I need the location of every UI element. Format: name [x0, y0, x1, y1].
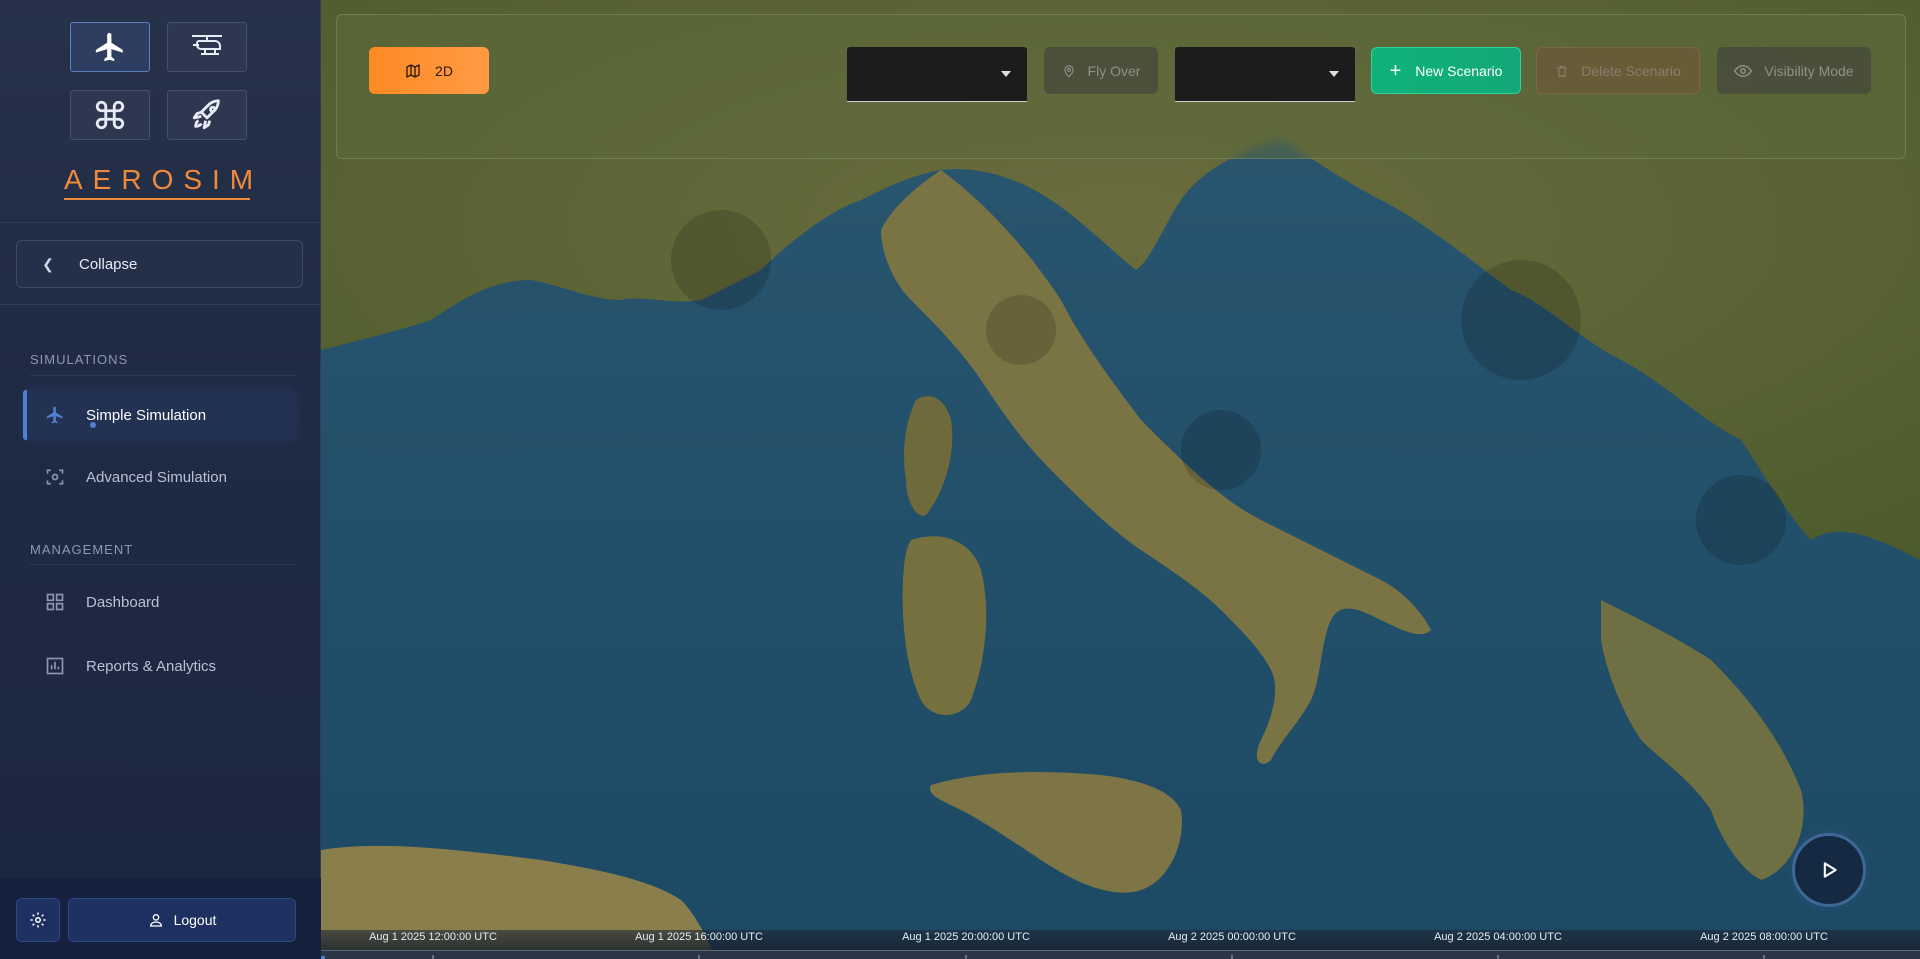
fly-over-button[interactable]: Fly Over — [1044, 47, 1158, 94]
dropdown-arrow-icon — [1329, 71, 1339, 77]
timeline-tick-label: Aug 1 2025 20:00:00 UTC — [902, 931, 1030, 943]
play-icon — [1823, 862, 1837, 878]
active-indicator-dot — [90, 422, 96, 428]
timeline-track[interactable] — [321, 950, 1920, 959]
timeline-tick-label: Aug 1 2025 12:00:00 UTC — [369, 931, 497, 943]
timeline[interactable]: Aug 1 2025 12:00:00 UTC Aug 1 2025 16:00… — [321, 930, 1920, 959]
nav-item-advanced-simulation[interactable]: Advanced Simulation — [24, 452, 296, 502]
aircraft-select[interactable] — [1175, 47, 1355, 102]
nav-item-reports-analytics[interactable]: Reports & Analytics — [24, 641, 296, 691]
play-button[interactable] — [1792, 833, 1866, 907]
eye-icon — [1734, 64, 1753, 77]
dashboard-icon — [24, 592, 86, 612]
divider — [0, 304, 321, 305]
dropdown-arrow-icon — [1001, 71, 1011, 77]
logout-button[interactable]: Logout — [68, 898, 296, 942]
drone-icon — [95, 100, 125, 130]
nav-item-dashboard[interactable]: Dashboard — [24, 577, 296, 627]
scenario-select[interactable] — [847, 47, 1027, 102]
view-mode-2d-button[interactable]: 2D — [369, 47, 489, 94]
plus-icon: + — [1389, 59, 1402, 82]
nav-item-label: Dashboard — [86, 593, 160, 611]
map-icon — [406, 63, 420, 78]
airplane-icon — [95, 32, 123, 62]
fly-over-label: Fly Over — [1087, 62, 1141, 79]
collapse-label: Collapse — [79, 255, 138, 273]
scan-icon — [24, 467, 86, 487]
helicopter-icon — [192, 35, 222, 55]
view-mode-label: 2D — [435, 62, 453, 79]
airplane-mode-button[interactable] — [70, 22, 150, 72]
timeline-tick-label: Aug 1 2025 16:00:00 UTC — [635, 931, 763, 943]
airplane-icon — [24, 405, 86, 425]
timeline-tick-label: Aug 2 2025 04:00:00 UTC — [1434, 931, 1562, 943]
nav-item-simple-simulation[interactable]: Simple Simulation — [23, 390, 296, 440]
timeline-tick-label: Aug 2 2025 08:00:00 UTC — [1700, 931, 1828, 943]
location-pin-icon — [1063, 64, 1074, 78]
helicopter-mode-button[interactable] — [167, 22, 247, 72]
section-divider — [30, 564, 295, 565]
timeline-ticks — [321, 955, 1765, 959]
rocket-mode-button[interactable] — [167, 90, 247, 140]
visibility-mode-label: Visibility Mode — [1764, 62, 1854, 79]
new-scenario-button[interactable]: + New Scenario — [1371, 47, 1521, 94]
chart-icon — [24, 656, 86, 676]
section-title-management: MANAGEMENT — [30, 542, 134, 557]
nav-item-label: Advanced Simulation — [86, 468, 227, 486]
divider — [0, 222, 321, 223]
section-title-simulations: SIMULATIONS — [30, 352, 129, 367]
timeline-tick-label: Aug 2 2025 00:00:00 UTC — [1168, 931, 1296, 943]
delete-scenario-button[interactable]: Delete Scenario — [1536, 47, 1700, 94]
gear-icon — [30, 912, 46, 928]
section-divider — [30, 375, 295, 376]
sidebar: AEROSIM ❮ Collapse SIMULATIONS Simple Si… — [0, 0, 321, 959]
drone-mode-button[interactable] — [70, 90, 150, 140]
app-logo: AEROSIM — [64, 164, 264, 195]
nav-item-label: Reports & Analytics — [86, 657, 217, 675]
delete-scenario-label: Delete Scenario — [1581, 62, 1681, 79]
user-icon — [149, 914, 162, 927]
trash-icon — [1557, 65, 1567, 77]
nav-item-label: Simple Simulation — [86, 406, 207, 424]
logout-label: Logout — [173, 912, 217, 928]
collapse-button[interactable]: ❮ Collapse — [16, 240, 303, 288]
new-scenario-label: New Scenario — [1415, 62, 1503, 79]
chevron-left-icon: ❮ — [42, 255, 54, 272]
settings-button[interactable] — [16, 898, 60, 942]
logo-underline — [64, 198, 250, 200]
rocket-icon — [192, 99, 220, 130]
visibility-mode-button[interactable]: Visibility Mode — [1717, 47, 1871, 94]
